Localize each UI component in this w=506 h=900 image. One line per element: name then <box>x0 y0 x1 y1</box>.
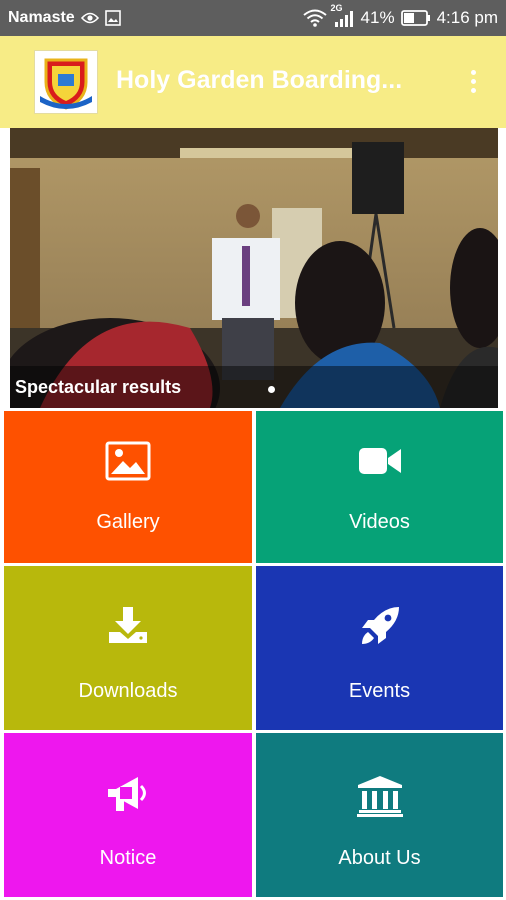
image-slider[interactable]: Spectacular results <box>10 128 498 408</box>
video-camera-icon <box>358 445 402 482</box>
signal-icon: 2G <box>331 3 355 27</box>
app-bar: Holy Garden Boarding... <box>0 36 506 128</box>
image-notification-icon <box>104 10 121 26</box>
overflow-menu-icon[interactable] <box>460 64 486 98</box>
carrier-name: Namaste <box>8 9 75 26</box>
tile-label-downloads: Downloads <box>78 680 178 702</box>
app-title: Holy Garden Boarding... <box>116 66 403 94</box>
battery-icon <box>400 10 431 26</box>
clock: 4:16 pm <box>436 8 498 27</box>
battery-percent: 41% <box>360 8 395 27</box>
school-crest-logo <box>34 50 98 114</box>
tile-label-notice: Notice <box>99 847 157 869</box>
wifi-icon <box>302 9 327 27</box>
videos-tile[interactable]: Videos <box>256 411 503 563</box>
about-us-tile[interactable]: About Us <box>256 733 503 897</box>
downloads-tile[interactable]: Downloads <box>4 566 252 730</box>
eye-icon <box>80 11 99 25</box>
notice-tile[interactable]: Notice <box>4 733 252 897</box>
slider-page-indicator[interactable] <box>268 386 275 393</box>
tile-label-gallery: Gallery <box>96 511 160 533</box>
download-icon <box>108 606 148 649</box>
institution-icon <box>356 775 403 822</box>
status-bar: Namaste 2G 41% 4:16 pm <box>0 0 506 36</box>
tile-label-videos: Videos <box>349 511 410 533</box>
slider-caption-bar: Spectacular results <box>10 366 498 408</box>
events-tile[interactable]: Events <box>256 566 503 730</box>
tile-label-about-us: About Us <box>338 847 421 869</box>
tile-label-events: Events <box>348 680 411 702</box>
rocket-icon <box>360 606 400 651</box>
slider-caption: Spectacular results <box>15 376 182 397</box>
image-icon <box>105 441 151 486</box>
network-type: 2G <box>330 3 343 13</box>
megaphone-icon <box>106 775 150 820</box>
gallery-tile[interactable]: Gallery <box>4 411 252 563</box>
